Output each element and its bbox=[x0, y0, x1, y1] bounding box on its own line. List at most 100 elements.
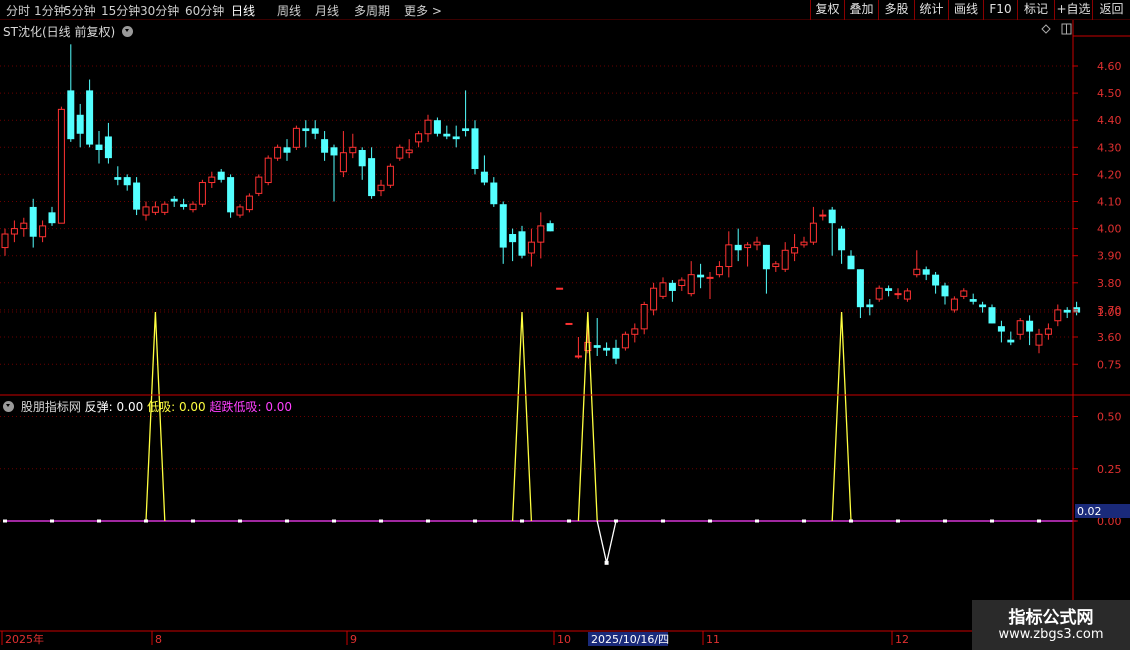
price-tick-label: 4.60 bbox=[1097, 60, 1122, 73]
candle-body-up bbox=[20, 222, 28, 230]
time-axis-label: 8 bbox=[155, 633, 162, 646]
candle-body-down bbox=[180, 204, 188, 207]
indicator-item-value-2: 0.00 bbox=[265, 400, 293, 414]
indicator-tick-label: 0.25 bbox=[1097, 463, 1122, 476]
candle-body-down bbox=[499, 204, 507, 248]
candle-body-down bbox=[941, 285, 949, 297]
candle-body-down bbox=[762, 244, 770, 270]
candle-body-up bbox=[349, 146, 357, 154]
candle-body-up bbox=[819, 214, 827, 217]
price-tick-label: 3.60 bbox=[1097, 331, 1122, 344]
series-marker bbox=[896, 519, 900, 523]
candle-body-up bbox=[274, 146, 282, 159]
candle-body-down bbox=[443, 133, 451, 137]
candle-body-up bbox=[396, 146, 404, 159]
series-marker bbox=[802, 519, 806, 523]
indicator-tick-label: 0.75 bbox=[1097, 358, 1122, 371]
price-tick-label: 4.00 bbox=[1097, 223, 1122, 236]
candle-body-down bbox=[283, 147, 291, 153]
candle-body-up bbox=[142, 206, 150, 216]
series-marker bbox=[755, 519, 759, 523]
series-marker bbox=[990, 519, 994, 523]
candle-body-up bbox=[687, 274, 695, 295]
candle-body-down bbox=[358, 150, 366, 167]
series-marker bbox=[191, 519, 195, 523]
series-marker bbox=[50, 519, 54, 523]
series-marker bbox=[567, 519, 571, 523]
candle-body-up bbox=[57, 108, 65, 224]
series-marker bbox=[332, 519, 336, 523]
diamond-icon[interactable] bbox=[1041, 24, 1051, 34]
candle-body-up bbox=[292, 127, 300, 148]
candle-body-up bbox=[621, 333, 629, 349]
candle-body-up bbox=[424, 119, 432, 135]
candle-body-down bbox=[969, 299, 977, 302]
candle-body-up bbox=[950, 298, 958, 311]
indicator-name: 股朋指标网 bbox=[20, 400, 81, 414]
candle-body-down bbox=[997, 326, 1005, 332]
chevron-down-icon[interactable] bbox=[3, 401, 14, 412]
candle-body-down bbox=[847, 255, 855, 270]
candle-body-down bbox=[462, 128, 470, 132]
price-tick-label: 4.40 bbox=[1097, 114, 1122, 127]
candle-body-down bbox=[838, 228, 846, 251]
candle-body-up bbox=[565, 322, 573, 325]
candle-body-up bbox=[10, 228, 18, 235]
series-marker bbox=[604, 560, 609, 565]
chart-area[interactable]: 4.604.504.404.304.204.104.003.903.803.70… bbox=[0, 0, 1130, 650]
series-marker bbox=[97, 519, 101, 523]
candle-body-up bbox=[236, 206, 244, 216]
indicator-title[interactable]: 股朋指标网 反弹: 0.00 低吸: 0.00 超跌低吸: 0.00 bbox=[3, 398, 292, 415]
candle-body-down bbox=[76, 114, 84, 134]
price-tick-label: 3.90 bbox=[1097, 250, 1122, 263]
candle-body-up bbox=[1, 233, 9, 249]
indicator-item-label-0: 反弹: bbox=[84, 400, 117, 414]
indicator-tick-label: 1.00 bbox=[1097, 306, 1122, 319]
candle-body-up bbox=[264, 157, 272, 184]
candle-body-up bbox=[189, 203, 197, 211]
candle-body-up bbox=[809, 222, 817, 243]
candle-body-down bbox=[29, 206, 37, 237]
candle-body-up bbox=[527, 241, 535, 254]
candle-body-down bbox=[170, 198, 178, 202]
current-value-label: 0.02 bbox=[1077, 505, 1102, 518]
series-marker bbox=[144, 519, 148, 523]
candle-body-down bbox=[828, 209, 836, 224]
candle-body-up bbox=[39, 225, 47, 238]
candle-body-down bbox=[321, 139, 329, 153]
candle-body-down bbox=[1063, 309, 1071, 313]
series-marker bbox=[661, 519, 665, 523]
candle-body-down bbox=[86, 90, 94, 145]
candle-body-up bbox=[161, 203, 169, 213]
candle-body-down bbox=[433, 120, 441, 134]
candle-body-down bbox=[95, 144, 103, 151]
candle-body-up bbox=[715, 266, 723, 276]
candle-body-up bbox=[725, 244, 733, 268]
price-tick-label: 4.20 bbox=[1097, 168, 1122, 181]
candle-body-up bbox=[640, 303, 648, 330]
candle-body-down bbox=[509, 234, 517, 243]
candle-body-up bbox=[753, 241, 761, 246]
candle-body-down bbox=[114, 177, 122, 180]
candle-body-down bbox=[932, 274, 940, 286]
candle-body-down bbox=[668, 282, 676, 291]
series-marker bbox=[473, 519, 477, 523]
candle-body-down bbox=[227, 177, 235, 213]
candle-body-up bbox=[339, 152, 347, 173]
candle-body-up bbox=[631, 328, 639, 335]
candle-body-up bbox=[960, 290, 968, 297]
candle-body-down bbox=[697, 274, 705, 278]
stock-chart-app: 分时 1分钟 5分钟 15分钟 30分钟 60分钟 日线 周线 月线 多周期 更多 > 复权 叠加 多股统… bbox=[0, 0, 1130, 650]
candle-body-down bbox=[302, 128, 310, 132]
candle-body-up bbox=[894, 293, 902, 296]
candle-body-down bbox=[217, 171, 225, 180]
candle-body-up bbox=[198, 182, 206, 205]
series-marker bbox=[708, 519, 712, 523]
indicator-item-value-1: 0.00 bbox=[178, 400, 206, 414]
candle-body-up bbox=[151, 206, 159, 213]
series-marker bbox=[1037, 519, 1041, 523]
candle-body-up bbox=[678, 279, 686, 287]
candle-body-up bbox=[1054, 309, 1062, 322]
candle-body-down bbox=[104, 136, 112, 159]
watermark-url: www.zbgs3.com bbox=[998, 627, 1104, 642]
